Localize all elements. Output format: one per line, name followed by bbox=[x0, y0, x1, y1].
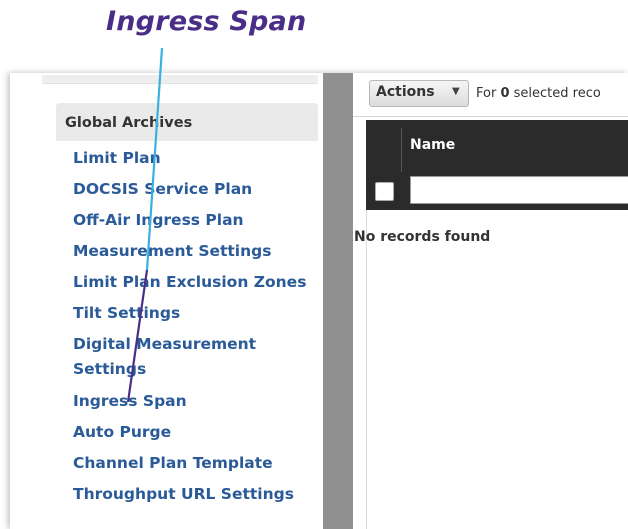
pointer-line-lower bbox=[126, 269, 149, 403]
callout-pointer-line bbox=[126, 47, 164, 403]
pointer-line-upper bbox=[145, 47, 164, 271]
